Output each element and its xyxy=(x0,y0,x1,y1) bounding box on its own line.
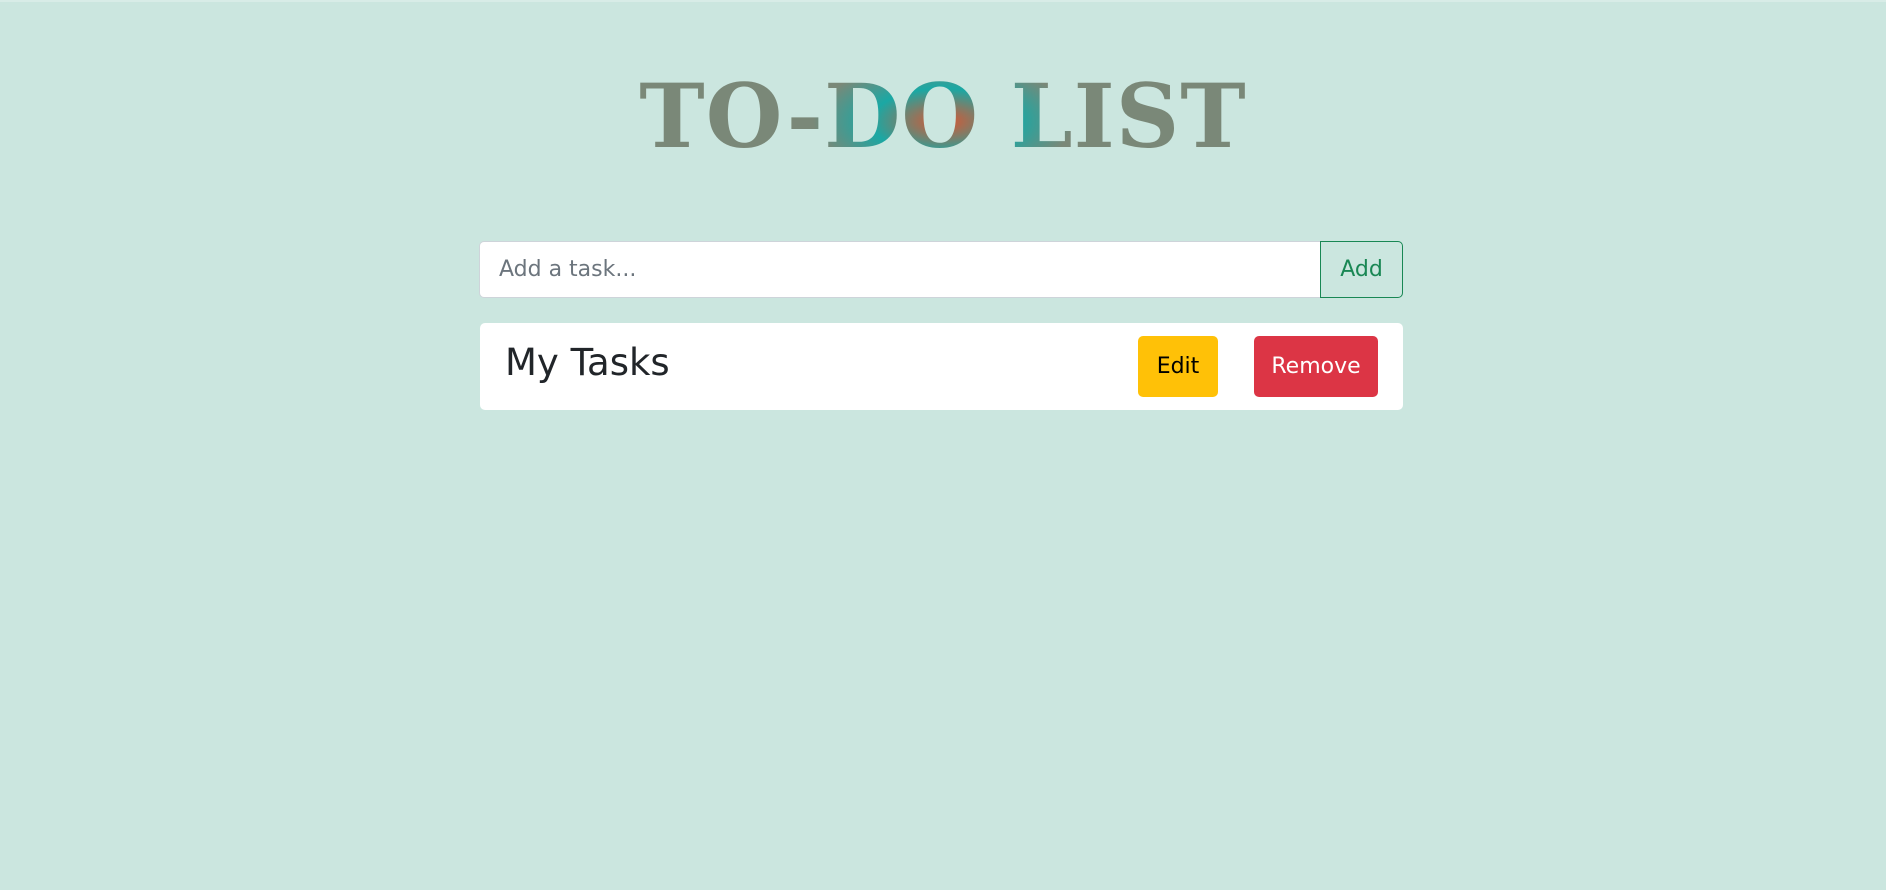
edit-button[interactable]: Edit xyxy=(1138,336,1218,397)
page-title: TO-DO LIST xyxy=(0,62,1886,170)
add-task-form: Add xyxy=(479,241,1403,298)
task-item: My Tasks Edit Remove xyxy=(480,323,1403,410)
task-input[interactable] xyxy=(479,241,1320,298)
task-name: My Tasks xyxy=(505,341,670,384)
remove-button[interactable]: Remove xyxy=(1254,336,1378,397)
top-edge-divider xyxy=(0,0,1886,2)
add-button[interactable]: Add xyxy=(1320,241,1403,298)
